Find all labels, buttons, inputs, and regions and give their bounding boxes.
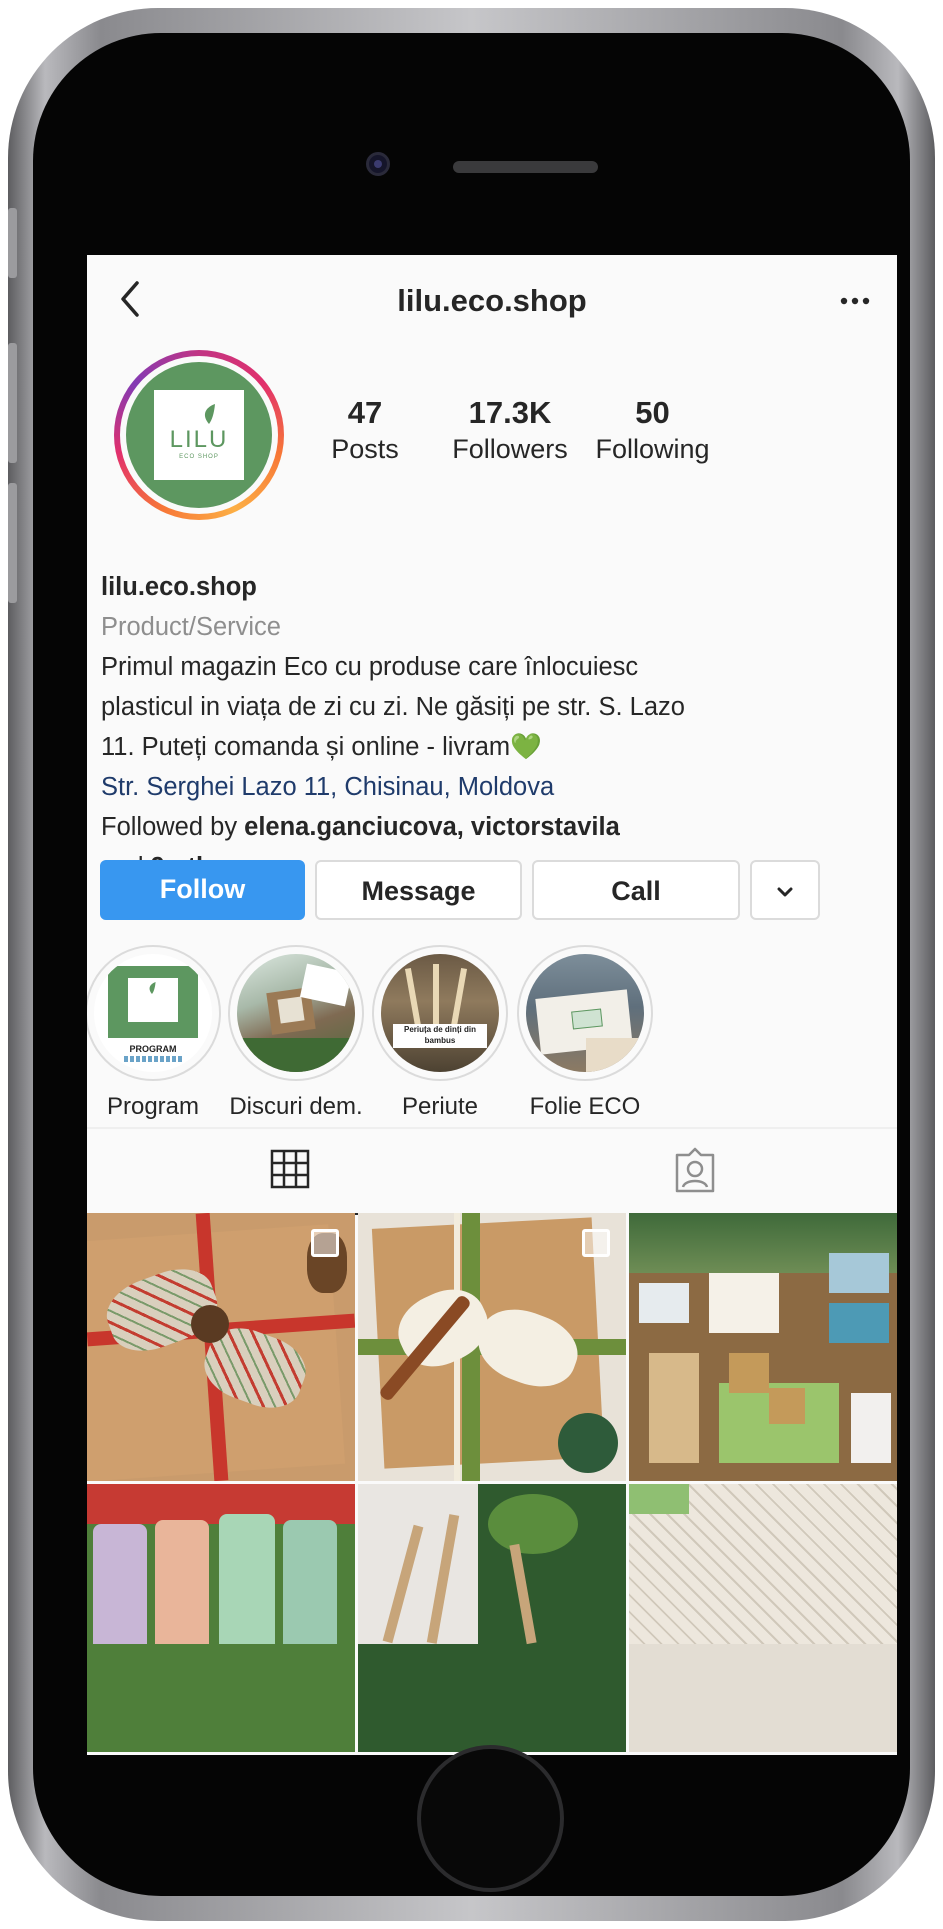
followed-by[interactable]: Followed by elena.ganciucova, victorstav… [101,807,891,847]
tagged-user-icon [675,1147,715,1193]
multiple-photos-icon [582,1229,610,1257]
post-thumbnail[interactable] [629,1213,897,1481]
profile-category: Product/Service [101,613,281,641]
profile-name: lilu.eco.shop [101,573,257,601]
post-thumbnail[interactable] [358,1484,626,1752]
tab-posts-grid[interactable] [87,1129,492,1215]
home-button[interactable] [417,1745,564,1892]
post-thumbnail[interactable] [629,1484,897,1752]
bio-line-1: Primul magazin Eco cu produse care înloc… [101,653,639,681]
green-heart-icon: 💚 [510,733,542,761]
suggested-accounts-button[interactable] [750,860,820,920]
post-thumbnail[interactable] [87,1213,355,1481]
follow-button[interactable]: Follow [100,860,305,920]
post-thumbnail[interactable] [358,1213,626,1481]
following-label: Following [595,434,710,464]
highlight-periute[interactable]: Periuța de dinți din bambus Periute [360,945,520,1121]
followers-label: Followers [452,434,568,464]
stat-posts[interactable]: 47 Posts [305,395,425,467]
message-button[interactable]: Message [315,860,522,920]
volume-down-button [8,483,17,603]
stat-following[interactable]: 50 Following [580,395,725,467]
leaf-icon [149,982,156,994]
chevron-down-icon [777,887,793,897]
logo-wordmark: LILU [169,426,229,453]
leaf-icon [204,404,215,424]
highlight-cover-text: PROGRAM [129,1044,177,1054]
bio-line-3: 11. Puteți comanda și online - livram💚 [101,733,542,761]
highlight-program[interactable]: PROGRAM Program [87,945,233,1121]
address-link[interactable]: Str. Serghei Lazo 11, Chisinau, Moldova [101,767,891,807]
earpiece-speaker [453,161,598,173]
posts-label: Posts [331,434,399,464]
silent-switch [8,208,17,278]
followed-by-users: elena.ganciucova, victorstavila [244,813,620,841]
highlight-folie-eco[interactable]: Folie ECO [505,945,665,1121]
post-thumbnail[interactable] [87,1484,355,1752]
front-camera [366,152,390,176]
grid-icon [270,1149,310,1189]
avatar: LILU ECO SHOP [126,362,272,508]
logo-subtitle: ECO SHOP [179,454,219,460]
posts-grid [87,1213,897,1755]
highlight-cover: Periuța de dinți din bambus [381,954,499,1072]
highlight-cover [526,954,644,1072]
highlight-discuri[interactable]: Discuri dem. [216,945,376,1121]
highlight-label: Folie ECO [529,1093,641,1120]
highlight-cover-text: Periuța de dinți din bambus [393,1024,487,1048]
posts-count: 47 [347,395,383,430]
stat-followers[interactable]: 17.3K Followers [435,395,585,467]
highlight-label: Discuri dem. [229,1093,363,1120]
volume-up-button [8,343,17,463]
followers-count: 17.3K [468,395,552,430]
following-count: 50 [635,395,670,430]
page-title: lilu.eco.shop [397,283,587,318]
profile-tabs [87,1127,897,1215]
multiple-photos-icon [311,1229,339,1257]
bio-line-2: plasticul in viața de zi cu zi. Ne găsiț… [101,693,685,721]
highlight-cover [237,954,355,1072]
highlight-cover: PROGRAM [94,954,212,1072]
top-nav: lilu.eco.shop [87,255,897,345]
tab-tagged[interactable] [492,1129,897,1215]
highlight-label: Periute [401,1093,479,1120]
profile-screen: lilu.eco.shop LILU ECO SHOP 47 Posts 17.… [87,255,897,1755]
more-options-icon[interactable] [835,281,875,321]
story-ring[interactable]: LILU ECO SHOP [114,350,284,520]
call-button[interactable]: Call [532,860,740,920]
highlight-label: Program [106,1093,200,1120]
brand-logo: LILU ECO SHOP [154,390,244,480]
